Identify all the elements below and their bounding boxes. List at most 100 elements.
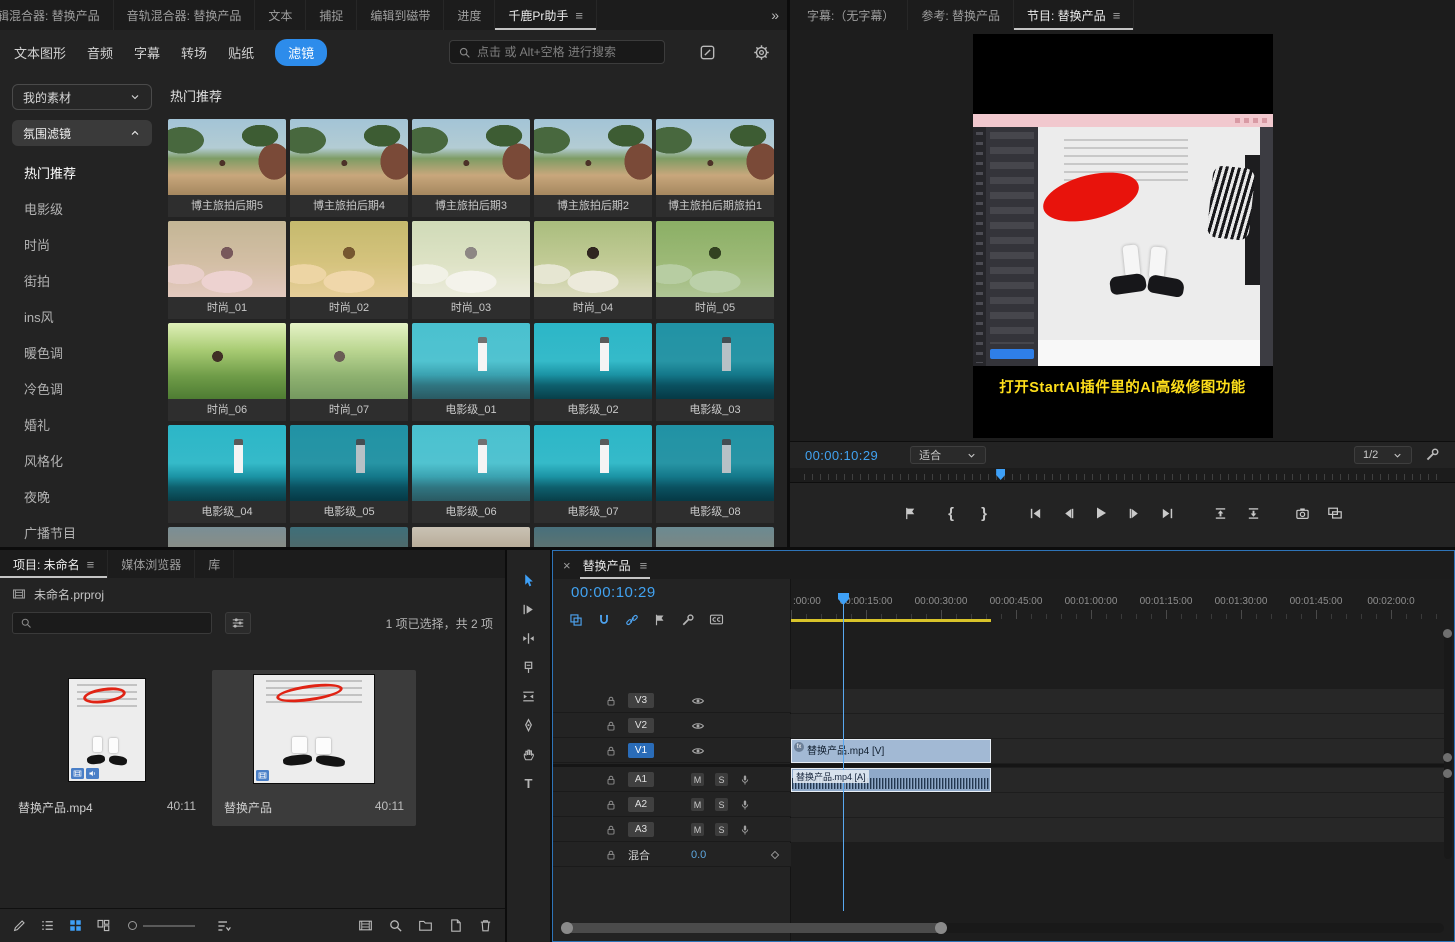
- filter-card[interactable]: 博主旅拍后期2: [534, 119, 652, 217]
- filter-card[interactable]: [656, 527, 774, 547]
- project-search-box[interactable]: [12, 612, 212, 634]
- sidebar-item-wedding[interactable]: 婚礼: [12, 406, 152, 442]
- captions-icon[interactable]: [709, 611, 724, 629]
- razor-tool-icon[interactable]: [520, 659, 538, 675]
- new-item-icon[interactable]: [448, 918, 463, 933]
- eye-icon[interactable]: [691, 719, 705, 733]
- vertical-scrollbar[interactable]: [1444, 629, 1452, 859]
- sidebar-item-broadcast[interactable]: 广播节目: [12, 514, 152, 547]
- filter-card[interactable]: 博主旅拍后期5: [168, 119, 286, 217]
- mark-out-icon[interactable]: }: [975, 504, 993, 522]
- sidebar-item-stylized[interactable]: 风格化: [12, 442, 152, 478]
- scrollbar-knob[interactable]: [1443, 769, 1452, 778]
- tab-overflow-icon[interactable]: »: [771, 0, 779, 30]
- lock-icon[interactable]: [605, 774, 617, 786]
- track-name-button[interactable]: V2: [628, 718, 654, 733]
- master-level-value[interactable]: 0.0: [691, 849, 706, 861]
- filter-card[interactable]: 时尚_04: [534, 221, 652, 319]
- zoom-slider[interactable]: [128, 921, 195, 930]
- tab-libraries[interactable]: 库: [195, 550, 234, 578]
- go-to-out-icon[interactable]: [1158, 504, 1176, 522]
- find-icon[interactable]: [388, 918, 403, 933]
- timeline-ruler[interactable]: :00:00 00:00:15:00 00:00:30:00 00:00:45:…: [791, 593, 1444, 619]
- tab-qianlu-assistant[interactable]: 千鹿Pr助手 ≡: [495, 0, 597, 30]
- monitor-settings-wrench-icon[interactable]: [1425, 446, 1440, 464]
- project-file-name[interactable]: 未命名.prproj: [34, 586, 104, 603]
- tab-progress[interactable]: 进度: [444, 0, 495, 30]
- sidebar-item-ins[interactable]: ins风: [12, 298, 152, 334]
- project-item-selected[interactable]: 替换产品 40:11: [212, 670, 416, 826]
- snap-icon[interactable]: [597, 611, 611, 629]
- add-marker-icon[interactable]: [653, 611, 667, 629]
- filter-group-header[interactable]: 氛围滤镜: [12, 120, 152, 146]
- source-patch-icon[interactable]: [665, 773, 680, 786]
- sidebar-item-cinematic[interactable]: 电影级: [12, 190, 152, 226]
- tab-media-browser[interactable]: 媒体浏览器: [108, 550, 195, 578]
- keyframe-icon[interactable]: [769, 849, 781, 861]
- source-patch-icon[interactable]: [665, 798, 680, 811]
- tab-audio-track-mixer[interactable]: 音轨混合器: 替换产品: [114, 0, 256, 30]
- filter-card[interactable]: 时尚_07: [290, 323, 408, 421]
- track-name-button[interactable]: A1: [628, 772, 654, 787]
- project-search-input[interactable]: [38, 616, 204, 630]
- filter-card[interactable]: [412, 527, 530, 547]
- filter-card[interactable]: 时尚_03: [412, 221, 530, 319]
- tab-subtitles[interactable]: 字幕: [134, 43, 160, 62]
- master-track-label[interactable]: 混合: [628, 847, 650, 863]
- monitor-playhead[interactable]: [996, 469, 1005, 480]
- filter-card[interactable]: 电影级_08: [656, 425, 774, 523]
- clip-thumbnail[interactable]: [68, 678, 146, 782]
- audio-clip[interactable]: 替换产品.mp4 [A]: [791, 768, 991, 792]
- timeline-playhead-line[interactable]: [843, 594, 844, 911]
- step-back-icon[interactable]: [1059, 504, 1077, 522]
- mute-button[interactable]: M: [691, 798, 704, 811]
- tab-text-graphics[interactable]: 文本图形: [14, 43, 66, 62]
- add-marker-icon[interactable]: [901, 504, 919, 522]
- play-icon[interactable]: [1092, 504, 1110, 522]
- pen-tool-icon[interactable]: [520, 717, 538, 733]
- track-name-button-targeted[interactable]: V1: [628, 743, 654, 758]
- source-patch-icon[interactable]: [665, 744, 680, 757]
- sidebar-item-hot[interactable]: 热门推荐: [12, 154, 152, 190]
- plugin-search-box[interactable]: [449, 40, 665, 64]
- tab-text[interactable]: 文本: [255, 0, 306, 30]
- track-name-button[interactable]: A3: [628, 822, 654, 837]
- close-icon[interactable]: ×: [563, 558, 571, 573]
- filter-card[interactable]: 时尚_01: [168, 221, 286, 319]
- sort-icon[interactable]: [216, 918, 232, 934]
- ripple-edit-tool-icon[interactable]: [520, 630, 538, 646]
- clip-name[interactable]: 替换产品: [224, 799, 272, 816]
- video-clip[interactable]: fx 替换产品.mp4 [V]: [791, 739, 991, 763]
- filter-card[interactable]: [168, 527, 286, 547]
- sidebar-item-cool[interactable]: 冷色调: [12, 370, 152, 406]
- scrollbar-knob[interactable]: [1443, 753, 1452, 762]
- collection-dropdown[interactable]: 我的素材: [12, 84, 152, 110]
- go-to-in-icon[interactable]: [1026, 504, 1044, 522]
- filter-card[interactable]: 时尚_02: [290, 221, 408, 319]
- lock-icon[interactable]: [605, 799, 617, 811]
- sidebar-item-street[interactable]: 街拍: [12, 262, 152, 298]
- solo-button[interactable]: S: [715, 798, 728, 811]
- selection-tool-icon[interactable]: [520, 572, 538, 588]
- filter-card[interactable]: 电影级_05: [290, 425, 408, 523]
- mark-in-icon[interactable]: {: [942, 504, 960, 522]
- clip-thumbnail[interactable]: [253, 674, 375, 784]
- panel-menu-icon[interactable]: ≡: [87, 557, 95, 572]
- slip-tool-icon[interactable]: [520, 688, 538, 704]
- linked-selection-icon[interactable]: [625, 611, 639, 629]
- tab-program-monitor[interactable]: 节目: 替换产品 ≡: [1014, 0, 1134, 30]
- type-tool-icon[interactable]: T: [520, 775, 538, 791]
- tab-edit-to-tape[interactable]: 编辑到磁带: [357, 0, 444, 30]
- voiceover-mic-icon[interactable]: [739, 799, 751, 811]
- track-lane-a3[interactable]: [791, 818, 1444, 842]
- playback-resolution-dropdown[interactable]: 1/2: [1354, 446, 1412, 464]
- icon-view-icon[interactable]: [68, 918, 83, 933]
- program-timecode[interactable]: 00:00:10:29: [805, 448, 878, 463]
- zoom-slider-knob[interactable]: [128, 921, 137, 930]
- eye-icon[interactable]: [691, 744, 705, 758]
- list-view-icon[interactable]: [40, 918, 55, 933]
- horizontal-scrollbar-thumb[interactable]: [563, 923, 945, 933]
- filter-card[interactable]: 博主旅拍后期4: [290, 119, 408, 217]
- timeline-timecode[interactable]: 00:00:10:29: [571, 584, 656, 601]
- tab-stickers[interactable]: 贴纸: [228, 43, 254, 62]
